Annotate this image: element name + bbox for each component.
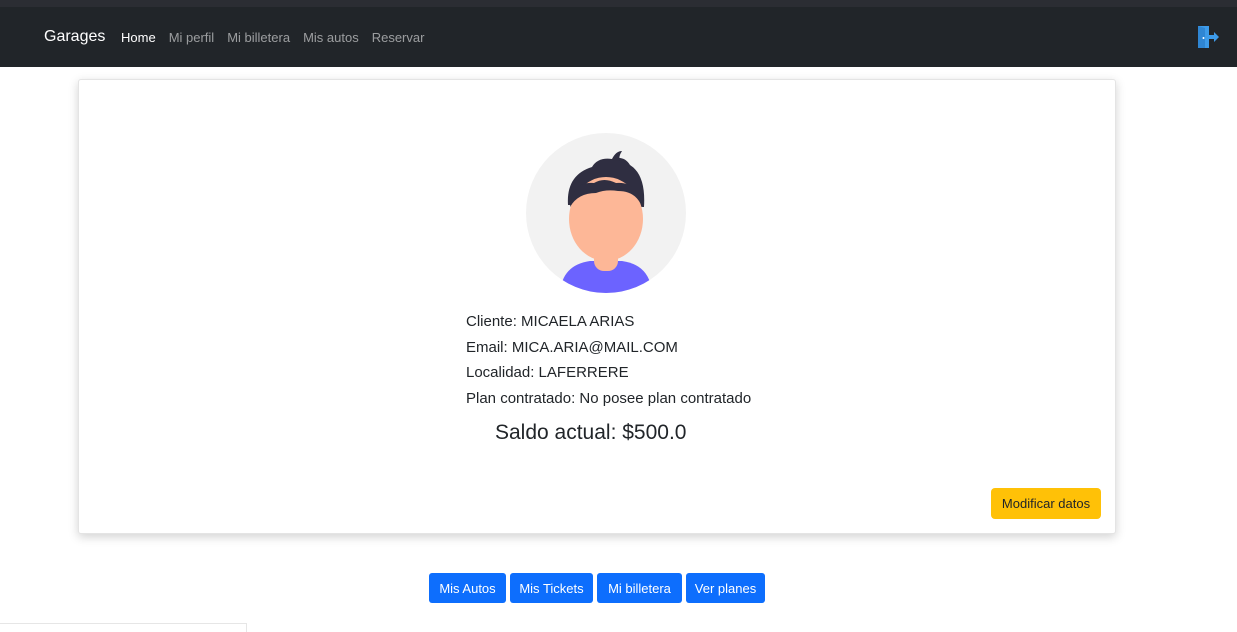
profile-info: Cliente: MICAELA ARIAS Email: MICA.ARIA@…	[466, 309, 751, 412]
profile-card: Cliente: MICAELA ARIAS Email: MICA.ARIA@…	[78, 79, 1116, 534]
user-avatar-icon	[526, 133, 686, 293]
client-plan: Plan contratado: No posee plan contratad…	[466, 390, 752, 408]
nav-mi-perfil[interactable]: Mi perfil	[169, 30, 215, 45]
mis-tickets-button[interactable]: Mis Tickets	[510, 573, 593, 603]
nav-reservar[interactable]: Reservar	[372, 30, 425, 45]
mis-autos-button[interactable]: Mis Autos	[429, 573, 506, 603]
nav-mis-autos[interactable]: Mis autos	[303, 30, 359, 45]
brand-logo[interactable]: Garages	[44, 7, 105, 67]
nav-mi-billetera[interactable]: Mi billetera	[227, 30, 290, 45]
balance-text: Saldo actual: $500.0	[495, 421, 687, 444]
edit-data-button[interactable]: Modificar datos	[991, 488, 1101, 519]
client-email: Email: MICA.ARIA@MAIL.COM	[466, 338, 678, 356]
nav-links: Home Mi perfil Mi billetera Mis autos Re…	[121, 7, 424, 67]
ver-planes-button[interactable]: Ver planes	[686, 573, 765, 603]
logout-icon[interactable]	[1196, 25, 1220, 49]
navbar: Garages Home Mi perfil Mi billetera Mis …	[0, 7, 1237, 67]
mi-billetera-button[interactable]: Mi billetera	[597, 573, 682, 603]
action-buttons: Mis Autos Mis Tickets Mi billetera Ver p…	[429, 573, 765, 603]
client-locality: Localidad: LAFERRERE	[466, 364, 629, 382]
client-name: Cliente: MICAELA ARIAS	[466, 313, 635, 330]
nav-home[interactable]: Home	[121, 30, 156, 45]
